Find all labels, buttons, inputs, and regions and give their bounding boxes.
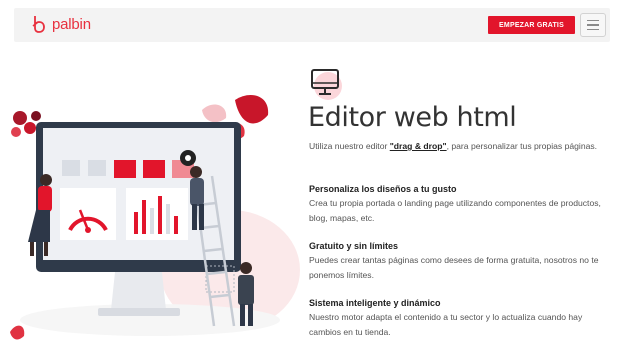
leaf-shape (235, 95, 269, 124)
intro-text: Utiliza nuestro editor "drag & drop", pa… (309, 141, 598, 151)
palbin-logo[interactable]: palbin (32, 14, 91, 34)
feature-text: Crea tu propia portada o landing page ut… (309, 198, 601, 223)
palbin-logo-icon (32, 16, 45, 33)
start-free-button[interactable]: EMPEZAR GRATIS (488, 16, 575, 34)
menu-button[interactable] (580, 13, 606, 37)
hamburger-icon (587, 19, 599, 22)
drag-drop-highlight: "drag & drop" (389, 141, 447, 151)
feature-heading: Personaliza los diseños a tu gusto (309, 184, 457, 194)
editor-illustration (10, 95, 300, 340)
feature-text: Nuestro motor adapta el contenido a tu s… (309, 312, 583, 337)
feature-heading: Gratuito y sin límites (309, 241, 399, 251)
feature-text: Puedes crear tantas páginas como desees … (309, 255, 599, 280)
monitor-icon (311, 69, 342, 100)
feature-heading: Sistema inteligente y dinámico (309, 298, 441, 308)
top-navbar: palbin EMPEZAR GRATIS (14, 8, 610, 42)
logo-text: palbin (52, 15, 91, 33)
page-title: Editor web html (308, 102, 517, 133)
